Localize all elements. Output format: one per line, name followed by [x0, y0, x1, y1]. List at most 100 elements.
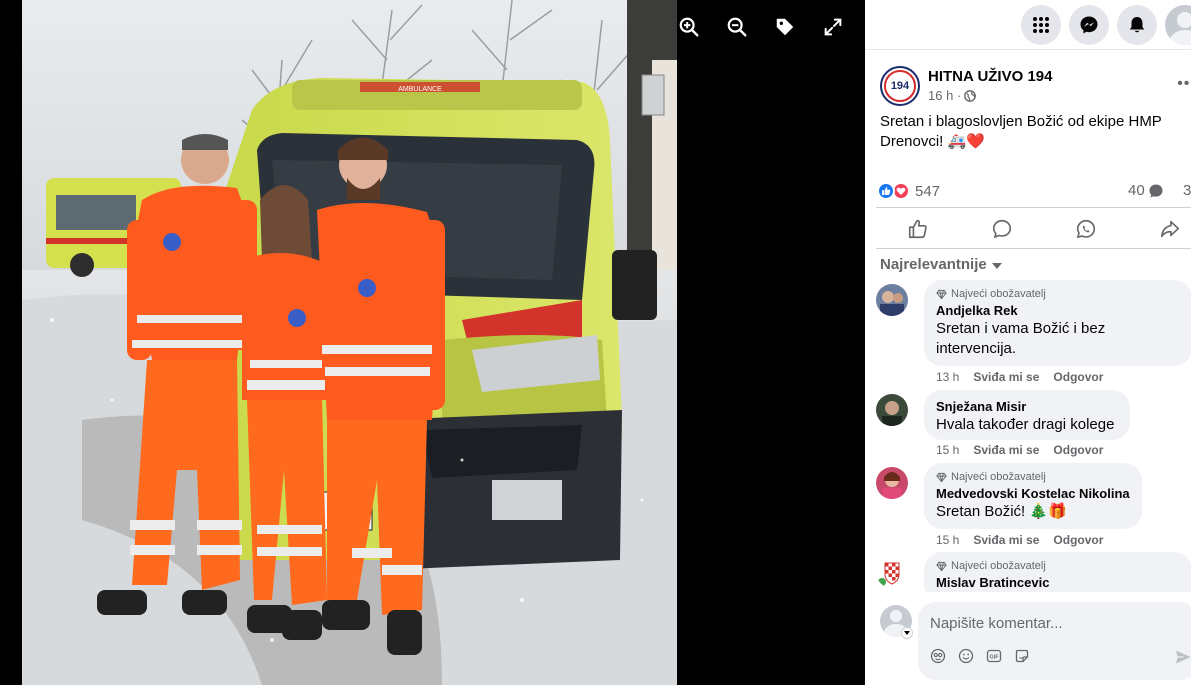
comment-item: Snježana Misir Hvala također dragi koleg… — [875, 390, 1191, 464]
page-name-link[interactable]: HITNA UŽIVO 194 — [928, 68, 1052, 85]
post-timestamp[interactable]: 16 h · — [928, 88, 961, 103]
comment-actions: 15 h Sviđa mi se Odgovor — [936, 533, 1103, 547]
comment-actions: 15 h Sviđa mi se Odgovor — [936, 443, 1103, 457]
comment-bubble: Najveći obožavatelj Medvedovski Kostelac… — [924, 463, 1142, 529]
comment-reply-button[interactable]: Odgovor — [1053, 443, 1103, 457]
post-header: 194 HITNA UŽIVO 194 16 h · ••• — [880, 65, 1191, 107]
avatar-photo — [876, 467, 908, 499]
whatsapp-icon — [1076, 219, 1096, 239]
comment-input[interactable] — [930, 613, 1180, 633]
comment-input-box: GIF — [918, 602, 1191, 680]
post-photo[interactable]: AMBULANCE 51 — [22, 0, 677, 685]
comment-reply-button[interactable]: Odgovor — [1053, 533, 1103, 547]
reaction-count: 547 — [915, 182, 941, 200]
comment-actions: 13 h Sviđa mi se Odgovor — [936, 370, 1103, 384]
send-icon — [1176, 650, 1191, 664]
page-logo: 194 — [884, 70, 916, 102]
fullscreen-icon — [824, 18, 842, 36]
commenter-avatar[interactable] — [876, 556, 908, 588]
comment-like-button[interactable]: Sviđa mi se — [973, 370, 1039, 384]
top-fan-badge[interactable]: Najveći obožavatelj — [936, 288, 1180, 300]
comment-bubble: Najveći obožavatelj Mislav Bratincevic — [924, 552, 1191, 592]
send-button[interactable] — [1174, 648, 1191, 666]
diamond-icon — [936, 561, 947, 571]
comment-author[interactable]: Mislav Bratincevic — [936, 574, 1180, 591]
share-button[interactable] — [1158, 217, 1182, 241]
menu-button[interactable] — [1021, 4, 1061, 45]
emoji-button[interactable] — [958, 648, 974, 664]
ambulance-crew-photo: AMBULANCE 51 — [22, 0, 677, 685]
commenter-avatar[interactable] — [876, 284, 908, 316]
post-side-panel: 194 HITNA UŽIVO 194 16 h · ••• Sretan i … — [865, 0, 1191, 685]
ambulance-sign: AMBULANCE — [398, 86, 442, 93]
comment-bubble-icon — [1149, 184, 1163, 197]
reactions-summary[interactable]: 547 40 3 — [877, 181, 1191, 201]
post-action-bar — [876, 207, 1191, 249]
page-avatar[interactable]: 194 — [880, 66, 920, 106]
whatsapp-share-button[interactable] — [1074, 217, 1098, 241]
menu-grid-icon — [1033, 16, 1049, 33]
badge-label: Najveći obožavatelj — [951, 471, 1046, 483]
messenger-icon — [1080, 16, 1098, 33]
avatar-sticker-button[interactable] — [930, 648, 946, 664]
comment-button[interactable] — [990, 217, 1014, 241]
commenter-avatar[interactable] — [876, 394, 908, 426]
comment-author[interactable]: Medvedovski Kostelac Nikolina — [936, 485, 1130, 502]
comment-bubble: Snježana Misir Hvala također dragi koleg… — [924, 390, 1130, 440]
comment-bubble: Najveći obožavatelj Andjelka Rek Sretan … — [924, 280, 1191, 366]
badge-label: Najveći obožavatelj — [951, 288, 1046, 300]
sticker-button[interactable] — [1014, 648, 1030, 664]
comment-text: Sretan Božić! 🎄🎁 — [936, 503, 1067, 520]
top-fan-badge[interactable]: Najveći obožavatelj — [936, 560, 1180, 572]
notifications-bell-icon — [1129, 16, 1145, 32]
chevron-down-icon — [991, 262, 1002, 269]
comment-item: Najveći obožavatelj Medvedovski Kostelac… — [875, 463, 1191, 547]
avatar-sticker-icon — [930, 648, 946, 664]
profile-avatar[interactable] — [1165, 4, 1191, 45]
comment-reply-button[interactable]: Odgovor — [1053, 370, 1103, 384]
photo-viewer: AMBULANCE 51 — [0, 0, 865, 685]
croatian-coat-of-arms-avatar — [876, 556, 908, 588]
gif-button[interactable]: GIF — [986, 648, 1002, 664]
top-navigation — [865, 0, 1191, 50]
badge-label: Najveći obožavatelj — [951, 560, 1046, 572]
comment-like-button[interactable]: Sviđa mi se — [973, 443, 1039, 457]
share-count[interactable]: 3 — [1183, 182, 1191, 199]
more-options-icon[interactable]: ••• — [1177, 75, 1191, 93]
like-button[interactable] — [906, 217, 930, 241]
svg-text:GIF: GIF — [990, 655, 1000, 661]
comment-time[interactable]: 15 h — [936, 533, 959, 547]
tag-photo-button[interactable] — [772, 14, 798, 40]
top-fan-badge[interactable]: Najveći obožavatelj — [936, 471, 1130, 483]
comment-time[interactable]: 15 h — [936, 443, 959, 457]
comment-composer: GIF — [865, 592, 1191, 685]
comments-list: Najveći obožavatelj Andjelka Rek Sretan … — [865, 280, 1191, 592]
messenger-button[interactable] — [1069, 4, 1109, 45]
comment-count-link[interactable]: 40 — [1128, 182, 1164, 199]
notifications-button[interactable] — [1117, 4, 1157, 45]
zoom-in-icon — [679, 17, 699, 37]
gif-icon: GIF — [986, 649, 1002, 663]
comment-like-button[interactable]: Sviđa mi se — [973, 533, 1039, 547]
zoom-in-button[interactable] — [676, 14, 702, 40]
zoom-out-button[interactable] — [724, 14, 750, 40]
comment-author[interactable]: Snježana Misir — [936, 398, 1118, 415]
thumbs-up-icon — [908, 219, 927, 239]
comment-text: Hvala također dragi kolege — [936, 416, 1115, 433]
comment-time[interactable]: 13 h — [936, 370, 959, 384]
avatar-photo — [876, 284, 908, 316]
diamond-icon — [936, 472, 947, 482]
commenter-avatar[interactable] — [876, 467, 908, 499]
sticker-icon — [1015, 649, 1029, 663]
fullscreen-button[interactable] — [820, 14, 846, 40]
comment-count: 40 — [1128, 182, 1145, 199]
composer-tools: GIF — [930, 648, 1030, 664]
zoom-out-icon — [727, 17, 747, 37]
comment-author[interactable]: Andjelka Rek — [936, 302, 1180, 319]
post-caption: Sretan i blagoslovljen Božić od ekipe HM… — [880, 113, 1162, 150]
comment-text: Sretan i vama Božić i bez intervencija. — [936, 320, 1106, 357]
chevron-down-icon[interactable] — [901, 627, 913, 639]
comment-sort-dropdown[interactable]: Najrelevantnije — [880, 256, 1002, 273]
comment-item: Najveći obožavatelj Mislav Bratincevic — [875, 552, 1191, 592]
diamond-icon — [936, 289, 947, 299]
